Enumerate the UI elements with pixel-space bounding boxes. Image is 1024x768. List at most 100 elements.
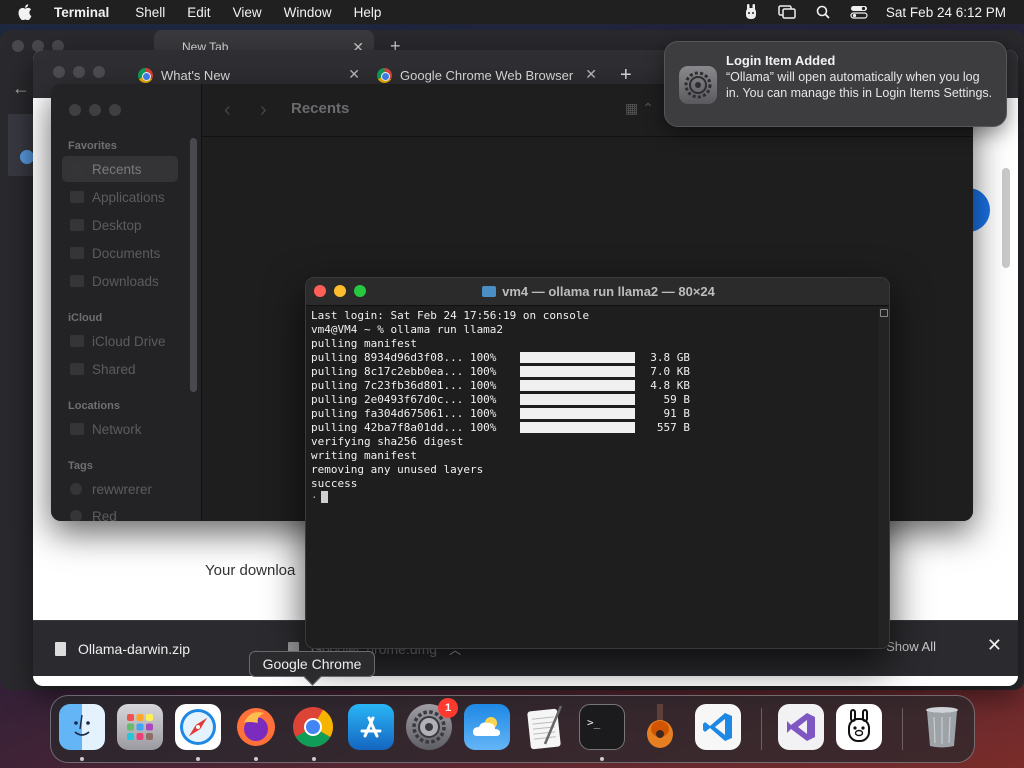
sidebar-item-icloud-drive[interactable]: iCloud Drive (62, 328, 178, 354)
textedit-icon[interactable] (522, 704, 568, 750)
firefox-icon[interactable] (233, 704, 279, 750)
system-settings-icon[interactable]: 1 (406, 698, 458, 750)
terminal-icon[interactable]: >_ (579, 704, 625, 750)
ollama-status-icon[interactable] (742, 4, 760, 20)
ollama-icon[interactable] (836, 704, 882, 750)
folder-icon (482, 286, 497, 297)
vscode-icon[interactable] (695, 704, 741, 750)
close-dot[interactable] (69, 104, 81, 116)
terminal-title: vm4 — ollama run llama2 — 80×24 (306, 284, 889, 299)
cloud-icon (70, 335, 84, 347)
sidebar-item-documents[interactable]: Documents (62, 240, 178, 266)
pull-size: 7.0 KB (650, 365, 690, 378)
download-filename: Ollama-darwin.zip (78, 641, 191, 657)
close-icon[interactable]: ✕ (987, 635, 1002, 656)
minimize-dot[interactable] (89, 104, 101, 116)
pull-size: 4.8 KB (650, 379, 690, 392)
menu-bar: Terminal Shell Edit View Window Help Sat… (0, 0, 1024, 24)
download-item[interactable]: Ollama-darwin.zip ︿ (55, 621, 262, 677)
window-controls (53, 66, 105, 78)
minimize-dot[interactable] (73, 66, 85, 78)
show-all-button[interactable]: Show All (886, 639, 936, 654)
tab-title: Google Chrome Web Browser (400, 67, 574, 83)
menu-window[interactable]: Window (284, 5, 332, 20)
forward-chevron-icon[interactable]: › (260, 99, 267, 122)
zoom-dot[interactable] (93, 66, 105, 78)
running-indicator (80, 757, 84, 761)
menu-view[interactable]: View (233, 5, 262, 20)
pull-label: pulling 8c17c2ebb0ea... 100% (311, 365, 497, 378)
pull-progress-line: pulling 7c23fb36d801... 100% 4.8 KB (311, 379, 879, 393)
sidebar-item-desktop[interactable]: Desktop (62, 212, 178, 238)
weather-icon[interactable] (464, 704, 510, 750)
downloads-icon (70, 275, 84, 287)
page-scrollbar[interactable] (1002, 168, 1010, 268)
progress-bar (520, 394, 635, 405)
file-icon (55, 642, 66, 656)
sidebar-item-label: Shared (92, 361, 136, 377)
sidebar-section-tags: Tags (68, 460, 93, 472)
sidebar-item-network[interactable]: Network (62, 416, 178, 442)
chrome-icon[interactable] (290, 704, 336, 750)
back-chevron-icon[interactable]: ‹ (224, 99, 231, 122)
svg-text:>_: >_ (587, 716, 601, 729)
sidebar-item-label: Applications (92, 189, 165, 205)
visual-studio-icon[interactable] (778, 704, 824, 750)
menu-help[interactable]: Help (354, 5, 382, 20)
menu-shell[interactable]: Shell (135, 5, 165, 20)
sidebar-item-tag[interactable]: rewwrerer (62, 476, 178, 502)
menubar-clock[interactable]: Sat Feb 24 6:12 PM (886, 5, 1006, 20)
sidebar-scrollbar[interactable] (190, 138, 197, 392)
sidebar-item-downloads[interactable]: Downloads (62, 268, 178, 294)
running-indicator (196, 757, 200, 761)
pull-size: 91 B (663, 407, 691, 420)
terminal-line: pulling manifest (311, 337, 417, 350)
zoom-dot[interactable] (109, 104, 121, 116)
terminal-window: vm4 — ollama run llama2 — 80×24 Last log… (305, 277, 890, 649)
terminal-line: vm4@VM4 ~ % ollama run llama2 (311, 323, 504, 336)
garageband-icon[interactable] (637, 704, 683, 750)
sidebar-item-label: Desktop (92, 217, 142, 233)
terminal-titlebar: vm4 — ollama run llama2 — 80×24 (306, 278, 889, 306)
safari-icon[interactable] (175, 704, 221, 750)
close-dot[interactable] (12, 40, 24, 52)
dock-separator (761, 708, 762, 750)
terminal-prompt[interactable]: · (311, 491, 879, 505)
network-icon (70, 423, 84, 435)
apple-menu-icon[interactable] (18, 3, 36, 21)
spotlight-search-icon[interactable] (814, 4, 832, 20)
trash-icon[interactable] (919, 704, 965, 750)
login-item-notification[interactable]: Login Item Added “Ollama” will open auto… (664, 41, 1007, 127)
sidebar-section-favorites: Favorites (68, 140, 117, 152)
close-dot[interactable] (53, 66, 65, 78)
sidebar-item-applications[interactable]: Applications (62, 184, 178, 210)
terminal-scrollbar[interactable] (877, 307, 889, 648)
terminal-output[interactable]: Last login: Sat Feb 24 17:56:19 on conso… (306, 307, 879, 648)
finder-icon[interactable] (59, 704, 105, 750)
scroll-grip-icon[interactable] (880, 309, 888, 317)
terminal-line: success (311, 477, 358, 490)
sidebar-item-shared[interactable]: Shared (62, 356, 178, 382)
tag-dot-icon (70, 510, 82, 521)
pull-progress-line: pulling fa304d675061... 100% 91 B (311, 407, 879, 421)
launchpad-icon[interactable] (117, 704, 163, 750)
progress-bar (520, 380, 635, 391)
sidebar-item-label: Network (92, 421, 142, 437)
running-indicator (254, 757, 258, 761)
menu-edit[interactable]: Edit (187, 5, 210, 20)
progress-bar (520, 408, 635, 419)
tag-dot-icon (70, 483, 82, 495)
desktop-icon (70, 219, 84, 231)
finder-sidebar: Favorites Recents Applications Desktop D… (51, 84, 201, 521)
sidebar-item-tag[interactable]: Red (62, 503, 178, 521)
sidebar-item-recents[interactable]: Recents (62, 156, 178, 182)
grid-view-icon[interactable]: ▦ ⌃ (625, 100, 655, 120)
app-store-icon[interactable] (348, 704, 394, 750)
menu-app-name[interactable]: Terminal (54, 5, 109, 20)
close-tab-icon[interactable]: ✕ (348, 66, 360, 83)
back-arrow-icon[interactable]: ← (12, 78, 30, 99)
screen-mirroring-icon[interactable] (778, 4, 796, 20)
control-center-icon[interactable] (850, 4, 868, 20)
close-tab-icon[interactable]: ✕ (585, 66, 597, 83)
document-icon (70, 247, 84, 259)
